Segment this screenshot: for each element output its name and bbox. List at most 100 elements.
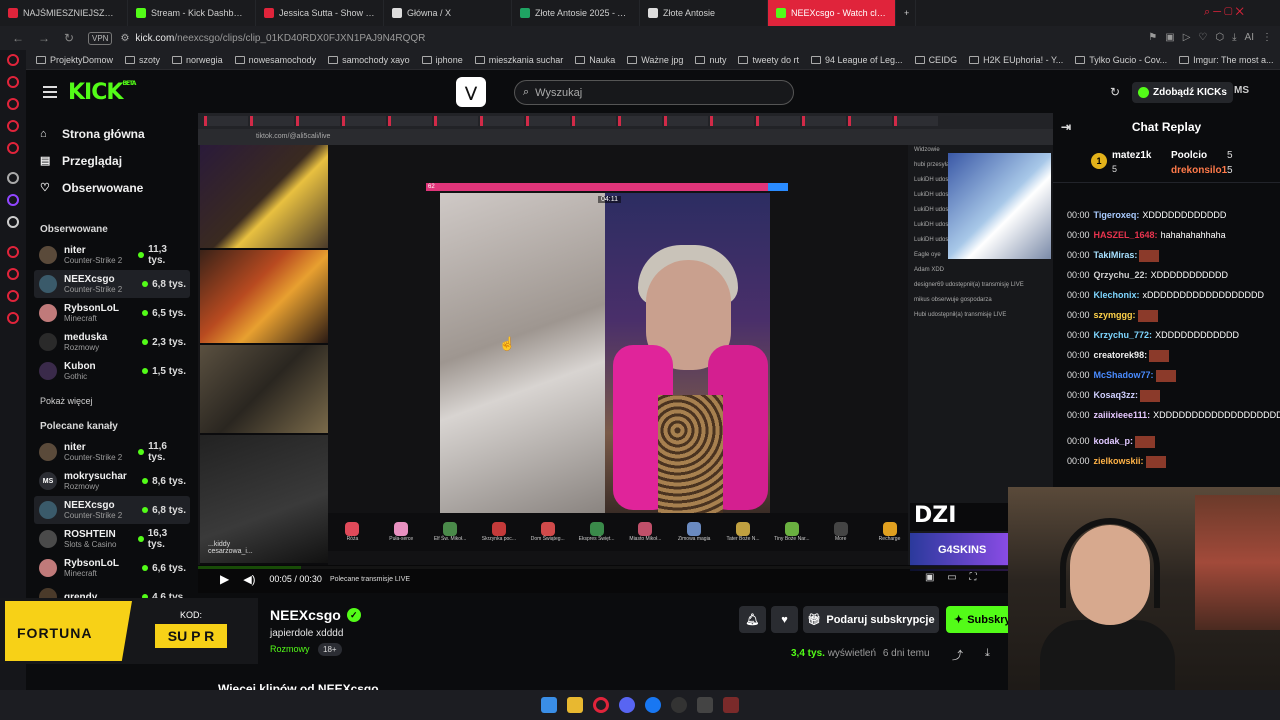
channel-item[interactable]: niter Counter-Strike 2 11,3 tys.: [34, 241, 190, 269]
obs-icon[interactable]: [671, 697, 687, 713]
chat-username[interactable]: Krzychu_772:: [1094, 330, 1153, 340]
follow-heart-button[interactable]: ♥: [771, 606, 798, 633]
chat-username[interactable]: zaiiixieee111:: [1094, 410, 1151, 420]
terminal-icon[interactable]: [697, 697, 713, 713]
discord-icon[interactable]: [619, 697, 635, 713]
share-icon[interactable]: ⤴: [952, 647, 963, 663]
channel-item[interactable]: RybsonLoL Minecraft 6,5 tys.: [34, 299, 190, 327]
channel-item[interactable]: ROSHTEIN Slots & Casino 16,3 tys.: [34, 525, 190, 553]
channel-item[interactable]: niter Counter-Strike 2 11,6 tys.: [34, 438, 190, 466]
bookmark-item[interactable]: Tylko Gucio - Cov...: [1075, 55, 1167, 65]
video-player[interactable]: tiktok.com/@ali5cali/live 62 04:11 Róża P…: [198, 113, 1053, 593]
browser-tab[interactable]: Stream - Kick Dashboard: [128, 0, 256, 26]
kick-logo[interactable]: KICKBETA: [68, 80, 136, 105]
chat-username[interactable]: HASZEL_1648:: [1094, 230, 1158, 240]
chat-username[interactable]: McShadow77:: [1094, 370, 1154, 380]
window-controls[interactable]: ⌕ ─ ▢ ✕: [1204, 6, 1272, 19]
rail-chatgpt-icon[interactable]: [7, 172, 19, 184]
gift-sub-button[interactable]: 🎁︎ Podaruj subskrypcje: [803, 606, 939, 633]
channel-item[interactable]: RybsonLoL Minecraft 6,6 tys.: [34, 554, 190, 582]
forward-icon[interactable]: →: [38, 31, 52, 45]
browser-tab[interactable]: NEEXcsgo - Watch clips o: [768, 0, 896, 26]
rail-twitch-icon[interactable]: [7, 194, 19, 206]
rail-clock-icon[interactable]: [7, 246, 19, 258]
collapse-chat-icon[interactable]: ⇥: [1061, 113, 1071, 141]
play-icon[interactable]: ▶: [220, 572, 229, 586]
extension-v-button[interactable]: ⋁: [456, 77, 486, 107]
bookmark-item[interactable]: Imgur: The most a...: [1179, 55, 1274, 65]
rail-music-icon[interactable]: [7, 120, 19, 132]
subscribe-button[interactable]: ✦Subskrybuj: [946, 606, 1008, 633]
user-avatar[interactable]: MS: [1234, 85, 1249, 96]
channel-item[interactable]: NEEXcsgo Counter-Strike 2 6,8 tys.: [34, 496, 190, 524]
bookmark-item[interactable]: norwegia: [172, 55, 223, 65]
notifications-icon[interactable]: ↻: [1110, 85, 1120, 99]
chat-username[interactable]: Qrzychu_22:: [1094, 270, 1148, 280]
url-field[interactable]: kick.com/neexcsgo/clips/clip_01KD40RDX0F…: [135, 33, 425, 44]
bookmark-item[interactable]: Ważne jpg: [627, 55, 683, 65]
rail-pinboard-icon[interactable]: [7, 268, 19, 280]
rail-settings-icon[interactable]: [7, 312, 19, 324]
chat-username[interactable]: kodak_p:: [1094, 436, 1134, 446]
sidebar-nav-2[interactable]: ♡ Obserwowane: [40, 181, 143, 195]
player-icon[interactable]: ▷: [1183, 32, 1191, 43]
rail-history-icon[interactable]: [7, 54, 19, 66]
site-info-icon[interactable]: ⚙: [120, 33, 129, 44]
bookmark-item[interactable]: ProjektyDomow: [36, 55, 113, 65]
top-gifter-1[interactable]: matez1k: [1112, 150, 1151, 161]
bookmark-item[interactable]: CEIDG: [914, 55, 957, 65]
bookmark-icon[interactable]: ⚑: [1148, 32, 1157, 43]
new-tab-button[interactable]: +: [896, 0, 916, 26]
theater-icon[interactable]: ▭: [947, 572, 956, 583]
hamburger-menu-icon[interactable]: [43, 86, 57, 98]
top-gifter-3[interactable]: drekonsilo1: [1171, 165, 1227, 176]
opera-icon[interactable]: [593, 697, 609, 713]
channel-item[interactable]: meduska Rozmowy 2,3 tys.: [34, 328, 190, 356]
volume-icon[interactable]: ◀): [243, 573, 255, 586]
facebook-icon[interactable]: [645, 697, 661, 713]
bookmark-item[interactable]: nuty: [695, 55, 726, 65]
show-more-link[interactable]: Pokaż więcej: [40, 396, 93, 406]
bookmark-item[interactable]: H2K EUphoria! - Y...: [969, 55, 1063, 65]
browser-tab[interactable]: Złote Antosie: [640, 0, 768, 26]
app-icon[interactable]: [723, 697, 739, 713]
ai-icon[interactable]: AI: [1245, 32, 1254, 43]
kicks-button[interactable]: Zdobądź KICKs: [1132, 82, 1233, 103]
notifications-bell-button[interactable]: 🔔︎: [739, 606, 766, 633]
rail-x-icon[interactable]: [7, 216, 19, 228]
start-icon[interactable]: [541, 697, 557, 713]
menu-icon[interactable]: ⋮: [1262, 32, 1272, 43]
rail-ai-icon[interactable]: [7, 290, 19, 302]
browser-tab[interactable]: Główna / X: [384, 0, 512, 26]
bookmark-item[interactable]: Nauka: [575, 55, 615, 65]
channel-item[interactable]: MS mokrysuchar Rozmowy 8,6 tys.: [34, 467, 190, 495]
bookmark-item[interactable]: iphone: [421, 55, 463, 65]
bookmark-item[interactable]: 94 League of Leg...: [810, 55, 903, 65]
download-icon[interactable]: ⤓: [1232, 32, 1236, 43]
bookmark-item[interactable]: tweety do rt: [738, 55, 799, 65]
bookmark-item[interactable]: nowesamochody: [234, 55, 316, 65]
chat-username[interactable]: Tigeroxeq:: [1094, 210, 1140, 220]
file-explorer-icon[interactable]: [567, 697, 583, 713]
reload-icon[interactable]: ↻: [64, 31, 78, 45]
bookmark-item[interactable]: szoty: [125, 55, 160, 65]
channel-item[interactable]: Kubon Gothic 1,5 tys.: [34, 357, 190, 385]
rail-messenger-icon[interactable]: [7, 98, 19, 110]
search-box[interactable]: ⌕: [514, 80, 794, 105]
chat-username[interactable]: szymggg:: [1094, 310, 1136, 320]
bookmark-item[interactable]: mieszkania suchar: [474, 55, 563, 65]
channel-item[interactable]: NEEXcsgo Counter-Strike 2 6,8 tys.: [34, 270, 190, 298]
extensions-icon[interactable]: ⬡: [1215, 32, 1224, 43]
rail-bookmarks-icon[interactable]: [7, 142, 19, 154]
chat-username[interactable]: Kosaq3zz:: [1094, 390, 1139, 400]
heart-icon[interactable]: ♡: [1198, 32, 1207, 43]
browser-tab[interactable]: Jessica Sutta - Show Me: [256, 0, 384, 26]
browser-tab[interactable]: NAJŚMIESZNIEJSZE MOM: [0, 0, 128, 26]
sidebar-nav-0[interactable]: ⌂ Strona główna: [40, 127, 145, 141]
back-icon[interactable]: ←: [12, 31, 26, 45]
bookmark-item[interactable]: samochody xayo: [328, 55, 410, 65]
channel-name[interactable]: NEEXcsgo ✓: [270, 607, 361, 623]
chat-username[interactable]: Klechonix:: [1094, 290, 1140, 300]
pip-icon[interactable]: ▣: [925, 572, 934, 583]
screenshot-icon[interactable]: ▣: [1165, 32, 1174, 43]
